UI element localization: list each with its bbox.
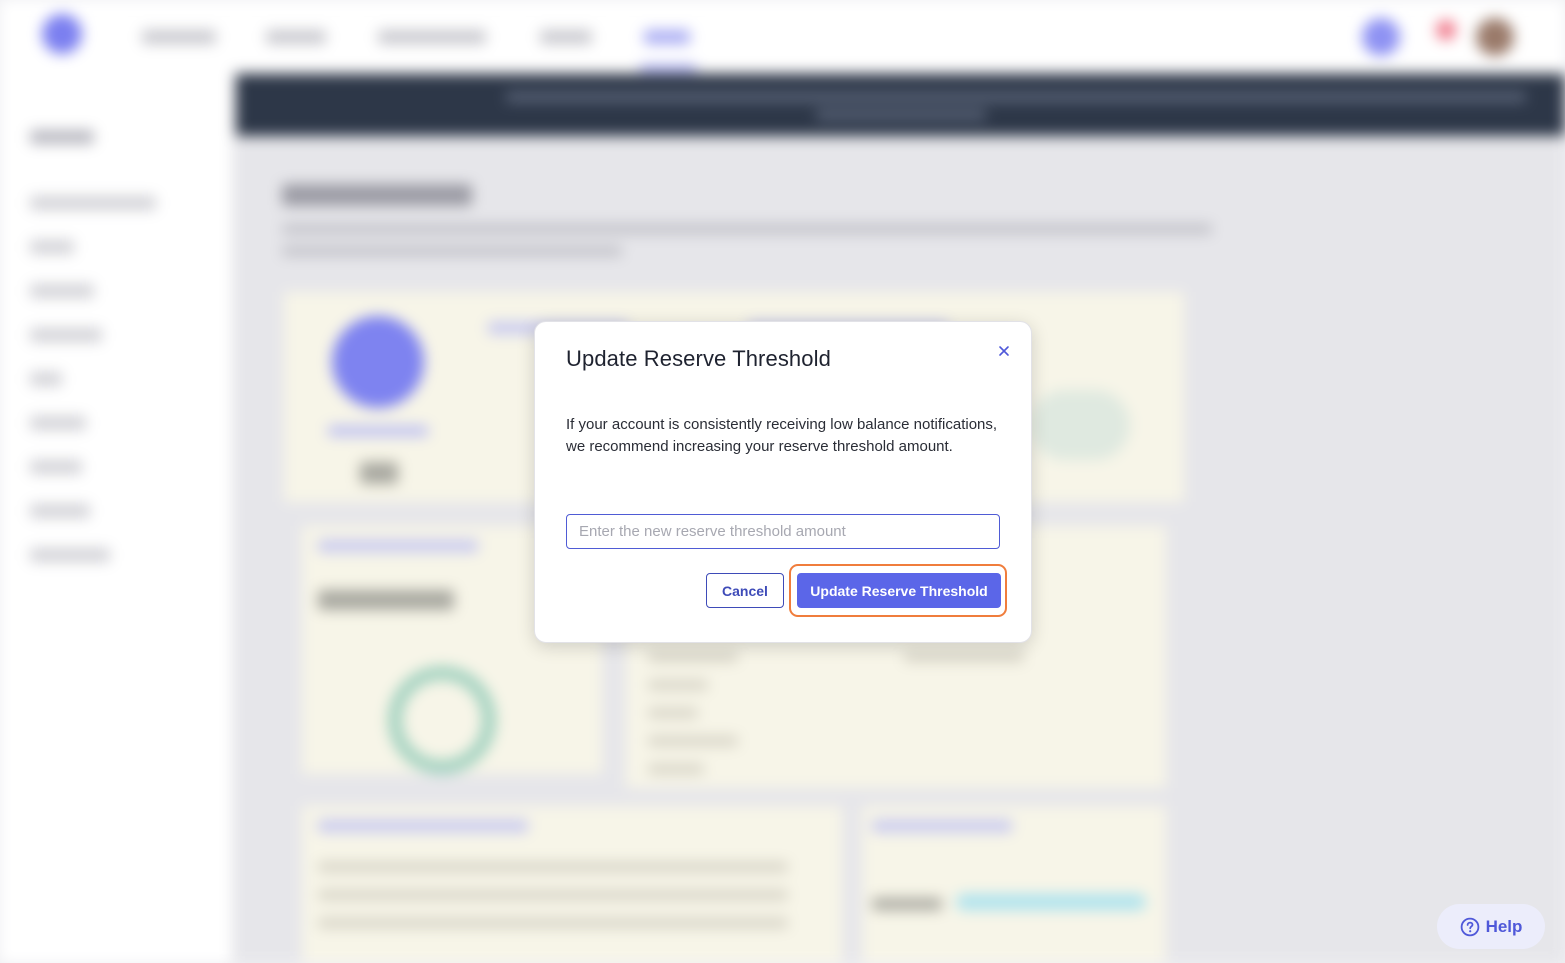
blurred-text xyxy=(318,820,528,832)
donut-chart xyxy=(388,666,496,774)
blurred-chart xyxy=(1030,390,1130,460)
close-button[interactable] xyxy=(993,340,1015,362)
sidebar-item xyxy=(30,284,94,298)
help-button[interactable]: Help xyxy=(1437,904,1545,949)
sidebar-item xyxy=(30,196,156,210)
app-logo xyxy=(42,14,82,54)
close-icon xyxy=(999,346,1009,356)
nav-item xyxy=(142,30,216,44)
banner-text xyxy=(506,92,1526,102)
progress-bar xyxy=(956,894,1146,910)
page-description xyxy=(282,224,1212,234)
dialog-description: If your account is consistently receivin… xyxy=(566,416,998,455)
sidebar xyxy=(0,70,232,963)
notification-badge xyxy=(1436,20,1456,40)
reserve-threshold-input[interactable] xyxy=(566,514,1000,549)
sidebar-item xyxy=(30,416,86,430)
update-reserve-threshold-button[interactable]: Update Reserve Threshold xyxy=(797,573,1001,608)
blurred-text xyxy=(360,462,398,484)
cancel-button[interactable]: Cancel xyxy=(706,573,784,608)
blurred-text xyxy=(328,426,428,436)
help-label: Help xyxy=(1485,916,1523,936)
avatar xyxy=(1476,18,1514,56)
dialog-title: Update Reserve Threshold xyxy=(566,346,831,371)
blurred-text xyxy=(648,652,738,662)
blurred-text xyxy=(318,540,478,552)
account-avatar xyxy=(332,316,424,408)
sidebar-item xyxy=(30,372,62,386)
announcement-banner xyxy=(236,74,1565,136)
blurred-text xyxy=(318,890,788,900)
blurred-text xyxy=(648,680,708,690)
question-circle-icon xyxy=(1460,917,1480,937)
sidebar-heading xyxy=(30,130,94,144)
blurred-text xyxy=(648,736,738,746)
nav-item-active xyxy=(644,30,690,44)
nav-item xyxy=(540,30,592,44)
sidebar-item xyxy=(30,328,102,342)
top-navigation xyxy=(0,0,1565,70)
nav-action-icon xyxy=(1362,18,1400,56)
blurred-text xyxy=(318,590,454,610)
blurred-text xyxy=(872,898,942,910)
sidebar-item xyxy=(30,548,110,562)
sidebar-item xyxy=(30,504,90,518)
blurred-text xyxy=(904,652,1024,662)
update-reserve-threshold-dialog: Update Reserve Threshold If your account… xyxy=(534,321,1032,643)
page-title xyxy=(282,184,472,206)
nav-item xyxy=(378,30,486,44)
blurred-text xyxy=(648,764,704,774)
nav-item xyxy=(266,30,326,44)
sidebar-item xyxy=(30,460,82,474)
blurred-text xyxy=(318,918,788,928)
nav-active-indicator xyxy=(640,66,696,70)
page-description xyxy=(282,246,622,256)
blurred-text xyxy=(318,862,788,872)
sidebar-item xyxy=(30,240,74,254)
blurred-text xyxy=(648,708,698,718)
banner-text xyxy=(816,110,986,120)
blurred-text xyxy=(872,820,1012,832)
